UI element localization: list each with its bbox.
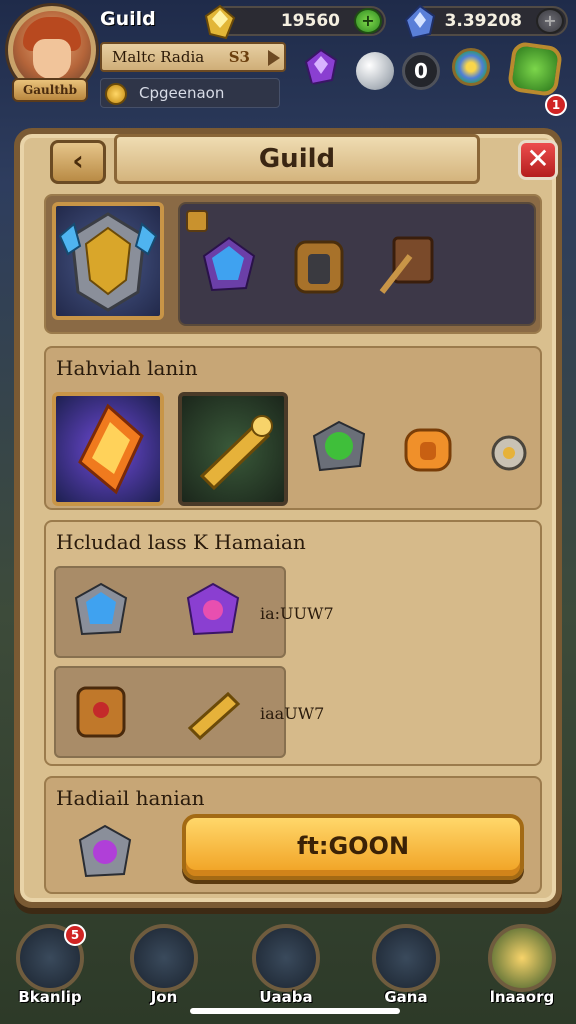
bronze-chest-icon (76, 686, 126, 738)
star-nav-icon (488, 924, 556, 992)
counter-badge[interactable]: 0 (402, 52, 440, 90)
section-b-card-1[interactable]: ia:UUW7 (54, 566, 334, 658)
nav-item-5[interactable]: lnaaorg (476, 918, 568, 1018)
helmet-nav-icon (252, 924, 320, 992)
section-a-title: Hahviah lanin (56, 356, 198, 380)
nav-badge: 5 (64, 924, 86, 946)
green-emblem-icon[interactable] (308, 418, 370, 480)
nav-label-1: Bkanlip (18, 988, 82, 1006)
player-name: Maltc Radia (112, 48, 205, 66)
add-gems-button[interactable]: + (536, 8, 564, 34)
section-b: Hcludad lass K Hamaian ia:UUW7 iaaUW7 (44, 520, 542, 766)
top-hud: Gaulthb Guild 19560 + 3.39208 + Maltc Ra… (0, 0, 576, 120)
equipment-section (44, 194, 542, 334)
fire-crystal-icon (78, 403, 144, 495)
hud-title: Guild (100, 8, 156, 30)
green-shield-icon[interactable] (506, 40, 564, 98)
avatar-tag: Gaulthb (12, 78, 88, 102)
currency-bar-gems: 3.39208 + (404, 4, 568, 40)
section-a: Hahviah lanin (44, 346, 542, 510)
nav-label-5: lnaaorg (489, 988, 555, 1006)
nav-item-3[interactable]: Uaaba (240, 918, 332, 1018)
section-a-slot-1[interactable] (52, 392, 164, 506)
player-name-plate[interactable]: Maltc Radia S3 (100, 42, 286, 72)
orange-ring-icon[interactable] (398, 420, 460, 482)
golden-key-icon (199, 415, 273, 491)
section-b-card-2[interactable]: iaaUW7 (54, 666, 324, 758)
equipment-items-strip (178, 202, 536, 326)
arrow-right-icon (268, 50, 280, 66)
card-2-value: iaaUW7 (260, 704, 325, 723)
home-indicator[interactable] (190, 1008, 400, 1014)
golden-bar-icon (187, 691, 241, 741)
player-level: S3 (228, 48, 250, 66)
purple-amulet-icon[interactable] (74, 822, 136, 884)
gold-crystal-icon (204, 4, 236, 40)
sub-label-plate: Cpgeenaon (100, 78, 280, 108)
panel-title: Guild (114, 134, 480, 184)
wooden-tool-item-icon[interactable] (376, 234, 438, 296)
bronze-helm-item-icon[interactable] (288, 236, 350, 298)
rainbow-orb-icon[interactable] (452, 48, 490, 86)
guild-panel: ‹ Guild ✕ Hahviah lanin Hcludad lass K H… (14, 128, 562, 908)
nav-item-2[interactable]: Jon (118, 918, 210, 1018)
white-orb-icon[interactable] (356, 52, 394, 90)
nav-item-1[interactable]: 5 Bkanlip (4, 918, 96, 1018)
blue-gem-icon (74, 582, 128, 636)
tag-icon (186, 210, 208, 232)
go-button[interactable]: ft:GOON (182, 814, 524, 880)
armor-crest-icon (58, 212, 158, 312)
blue-shard-item-icon[interactable] (198, 234, 260, 296)
currency-bar-gold: 19560 + (204, 4, 386, 40)
nav-item-4[interactable]: Gana (360, 918, 452, 1018)
notification-badge: 1 (545, 94, 567, 116)
add-gold-button[interactable]: + (354, 8, 382, 34)
section-a-slot-2[interactable] (178, 392, 288, 506)
card-1-value: ia:UUW7 (260, 604, 334, 623)
purple-gem-icon[interactable] (302, 48, 340, 86)
section-b-title: Hcludad lass K Hamaian (56, 530, 306, 554)
purple-gem-item-icon (186, 582, 240, 636)
avatar-face (33, 39, 71, 79)
blue-crystal-nav-icon (130, 924, 198, 992)
section-c-title: Hadiail hanian (56, 786, 205, 810)
close-button[interactable]: ✕ (518, 140, 558, 180)
close-icon: ✕ (526, 142, 550, 175)
nav-label-2: Jon (150, 988, 178, 1006)
currency-gold-value: 19560 (280, 11, 340, 31)
nav-label-4: Gana (384, 988, 428, 1006)
back-button[interactable]: ‹ (50, 140, 106, 184)
coin-icon (105, 83, 127, 105)
sub-label: Cpgeenaon (139, 84, 225, 102)
chevron-left-icon: ‹ (72, 144, 84, 177)
gear-icon[interactable] (478, 422, 540, 484)
currency-gems-value: 3.39208 (444, 11, 522, 31)
nav-label-3: Uaaba (259, 988, 313, 1006)
blue-crystal-icon (404, 4, 436, 40)
featured-item-slot[interactable] (52, 202, 164, 320)
section-c: Hadiail hanian ft:GOON (44, 776, 542, 894)
armor-nav-icon (372, 924, 440, 992)
